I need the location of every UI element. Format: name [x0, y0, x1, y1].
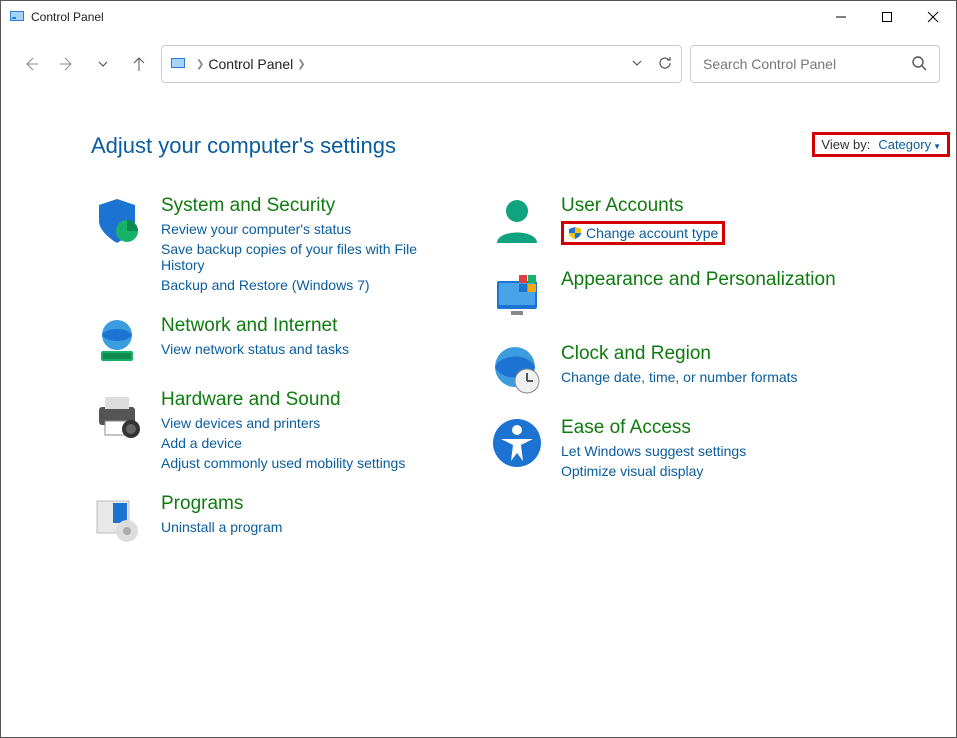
up-button[interactable] [125, 50, 153, 78]
search-placeholder: Search Control Panel [703, 56, 836, 72]
refresh-button[interactable] [657, 55, 673, 74]
view-by-label: View by: [821, 137, 870, 152]
category-link[interactable]: Adjust commonly used mobility settings [161, 455, 405, 471]
view-by-selector[interactable]: View by: Category▼ [812, 132, 950, 157]
category-link[interactable]: Save backup copies of your files with Fi… [161, 241, 431, 273]
category-hardware: Hardware and Sound View devices and prin… [91, 389, 431, 471]
category-title[interactable]: Hardware and Sound [161, 389, 405, 411]
uac-shield-icon [568, 226, 582, 240]
category-title[interactable]: Clock and Region [561, 343, 798, 365]
category-title[interactable]: Network and Internet [161, 315, 349, 337]
category-link[interactable]: Review your computer's status [161, 221, 431, 237]
recent-dropdown[interactable] [89, 50, 117, 78]
category-title[interactable]: Appearance and Personalization [561, 269, 836, 291]
programs-icon [91, 493, 143, 545]
globe-icon [91, 315, 143, 367]
category-title[interactable]: Ease of Access [561, 417, 746, 439]
category-link[interactable]: Change date, time, or number formats [561, 369, 798, 385]
printer-icon [91, 389, 143, 441]
category-link[interactable]: View network status and tasks [161, 341, 349, 357]
category-title[interactable]: Programs [161, 493, 282, 515]
user-icon [491, 195, 543, 247]
address-bar[interactable]: ❯ Control Panel ❯ [161, 45, 682, 83]
accessibility-icon [491, 417, 543, 469]
category-title[interactable]: System and Security [161, 195, 431, 217]
category-system-security: System and Security Review your computer… [91, 195, 431, 293]
category-link[interactable]: Add a device [161, 435, 405, 451]
view-by-value[interactable]: Category▼ [878, 137, 941, 152]
control-panel-icon [170, 56, 186, 72]
forward-button[interactable] [53, 50, 81, 78]
address-dropdown[interactable] [631, 56, 643, 72]
breadcrumb[interactable]: Control Panel [208, 56, 293, 72]
search-icon [911, 55, 927, 74]
category-network: Network and Internet View network status… [91, 315, 431, 367]
chevron-right-icon: ❯ [196, 59, 204, 70]
chevron-right-icon[interactable]: ❯ [297, 59, 305, 70]
maximize-button[interactable] [864, 1, 910, 33]
category-link[interactable]: View devices and printers [161, 415, 405, 431]
category-link[interactable]: Backup and Restore (Windows 7) [161, 277, 431, 293]
category-appearance: Appearance and Personalization [491, 269, 836, 321]
shield-icon [91, 195, 143, 247]
category-link[interactable]: Optimize visual display [561, 463, 746, 479]
close-button[interactable] [910, 1, 956, 33]
page-title: Adjust your computer's settings [91, 133, 396, 159]
back-button[interactable] [17, 50, 45, 78]
category-clock: Clock and Region Change date, time, or n… [491, 343, 836, 395]
category-programs: Programs Uninstall a program [91, 493, 431, 545]
search-input[interactable]: Search Control Panel [690, 45, 940, 83]
category-link[interactable]: Uninstall a program [161, 519, 282, 535]
monitor-icon [491, 269, 543, 321]
toolbar: ❯ Control Panel ❯ Search Control Panel [1, 33, 956, 95]
clock-globe-icon [491, 343, 543, 395]
content: Adjust your computer's settings View by:… [1, 95, 956, 545]
category-link[interactable]: Let Windows suggest settings [561, 443, 746, 459]
link-change-account-type[interactable]: Change account type [561, 221, 725, 245]
minimize-button[interactable] [818, 1, 864, 33]
category-title[interactable]: User Accounts [561, 195, 725, 217]
control-panel-icon [9, 9, 25, 25]
titlebar: Control Panel [1, 1, 956, 33]
category-ease-of-access: Ease of Access Let Windows suggest setti… [491, 417, 836, 479]
window-title: Control Panel [31, 10, 104, 24]
category-user-accounts: User Accounts Change account type [491, 195, 836, 247]
